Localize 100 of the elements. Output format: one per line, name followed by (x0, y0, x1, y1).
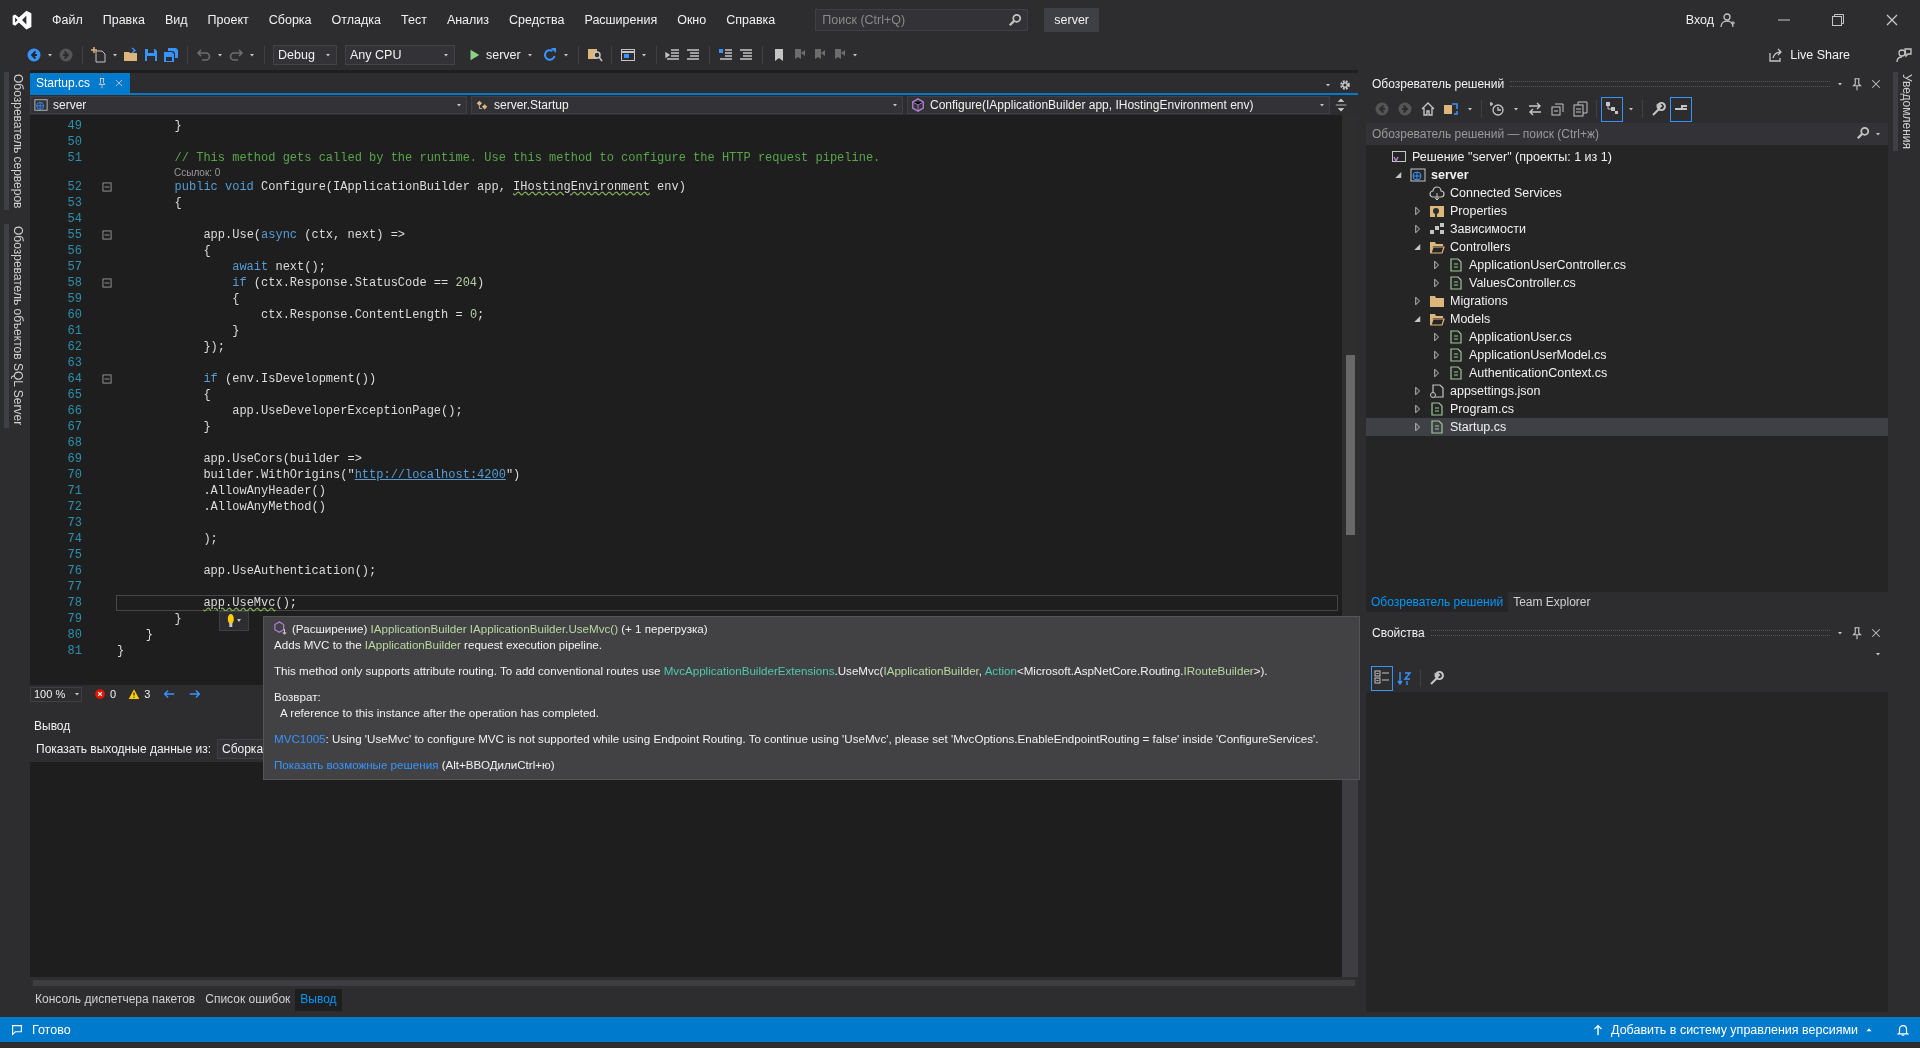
swap-icon[interactable] (1527, 101, 1543, 117)
wrench-icon[interactable] (1428, 670, 1444, 686)
back-icon[interactable] (26, 46, 42, 63)
previous-issue-icon[interactable] (162, 687, 177, 701)
menu-item[interactable]: Расширения (574, 8, 668, 31)
sign-in-link[interactable]: Вход (1685, 12, 1714, 27)
search-icon[interactable] (1008, 12, 1023, 27)
collapse-toggle-icon[interactable] (102, 374, 112, 384)
notification-icon[interactable] (1896, 1022, 1910, 1037)
tree-item[interactable]: Program.cs (1366, 400, 1888, 418)
tree-item[interactable]: Migrations (1366, 292, 1888, 310)
menu-item[interactable]: Отладка (321, 8, 391, 31)
uncomment-icon[interactable] (737, 46, 754, 63)
zoom-dropdown[interactable]: 100 % (30, 686, 82, 702)
copy-icon[interactable] (1573, 101, 1589, 117)
codelens-text[interactable]: Ссылок: 0 (30, 166, 1342, 179)
tree-item[interactable]: Зависимости (1366, 220, 1888, 238)
scrollbar[interactable] (30, 977, 1358, 989)
type-dropdown[interactable]: server.Startup (471, 96, 903, 114)
platform-dropdown[interactable]: Any CPU (345, 44, 455, 65)
sync-icon[interactable] (1443, 101, 1459, 117)
home-icon[interactable] (1420, 101, 1436, 117)
redo-icon[interactable] (228, 46, 244, 63)
member-dropdown[interactable]: Configure(IApplicationBuilder app, IHostingEnvironment env) (907, 96, 1330, 114)
project-dropdown[interactable]: server (30, 96, 467, 114)
tree-item[interactable]: Startup.cs (1366, 418, 1888, 436)
refresh-icon[interactable] (541, 46, 558, 63)
outdent-icon[interactable] (664, 46, 681, 63)
configuration-dropdown[interactable]: Debug (273, 44, 337, 65)
panel-tab[interactable]: Список ошибок (200, 989, 296, 1011)
tree-item[interactable]: ApplicationUserController.cs (1366, 256, 1888, 274)
person-icon[interactable] (1720, 11, 1736, 28)
search-icon[interactable] (1856, 126, 1870, 140)
comment-icon[interactable] (717, 46, 734, 63)
menu-item[interactable]: Правка (92, 8, 155, 31)
panel-tab[interactable]: Обозреватель решений (1366, 592, 1509, 612)
tree-item[interactable]: Models (1366, 310, 1888, 328)
tool-window-tab[interactable]: Уведомления (1892, 72, 1916, 152)
next-issue-icon[interactable] (188, 687, 203, 701)
settings-icon[interactable] (1338, 78, 1352, 92)
open-folder-icon[interactable] (123, 46, 139, 63)
panel-tab[interactable]: Консоль диспетчера пакетов (30, 989, 201, 1011)
feedback-icon[interactable] (1896, 46, 1912, 63)
globe-icon[interactable] (34, 98, 48, 112)
menu-item[interactable]: Окно (667, 8, 717, 31)
error-icon[interactable] (94, 688, 106, 700)
collapse-toggle-icon[interactable] (102, 182, 112, 192)
maximize-icon[interactable] (1830, 11, 1846, 28)
collapse-toggle-icon[interactable] (102, 230, 112, 240)
new-item-icon[interactable] (91, 46, 107, 63)
menu-item[interactable]: Сборка (258, 8, 322, 31)
search-field[interactable]: Обозреватель решений — поиск (Ctrl+ж) (1366, 123, 1888, 145)
tree-item[interactable]: ApplicationUser.cs (1366, 328, 1888, 346)
search-field[interactable]: Поиск (Ctrl+Q) (815, 8, 1029, 31)
tree-item[interactable]: ValuesController.cs (1366, 274, 1888, 292)
pin-icon[interactable] (1850, 77, 1864, 91)
pin-icon[interactable] (1850, 626, 1864, 640)
tree-item[interactable]: AuthenticationContext.cs (1366, 364, 1888, 382)
tree-item[interactable]: Properties (1366, 202, 1888, 220)
warning-icon[interactable] (128, 688, 141, 700)
logo-icon[interactable] (12, 9, 32, 30)
close-icon[interactable] (1870, 78, 1882, 90)
tree-item[interactable]: appsettings.json (1366, 382, 1888, 400)
link[interactable]: http://localhost:4200 (354, 468, 506, 482)
window-icon[interactable] (619, 46, 636, 63)
collapse-all-icon[interactable] (1550, 101, 1566, 117)
close-icon[interactable] (1870, 627, 1882, 639)
menu-item[interactable]: Справка (716, 8, 786, 31)
save-icon[interactable] (143, 46, 159, 63)
error-count[interactable]: 0 (94, 688, 117, 700)
panel-tab[interactable]: Вывод (295, 989, 342, 1011)
history-icon[interactable] (1489, 101, 1505, 117)
menu-item[interactable]: Средства (499, 8, 575, 31)
tree-item[interactable]: Controllers (1366, 238, 1888, 256)
menu-item[interactable]: Вид (154, 8, 198, 31)
split-icon[interactable] (1334, 98, 1348, 112)
tree-item[interactable]: ApplicationUserModel.cs (1366, 346, 1888, 364)
tree-item[interactable]: Connected Services (1366, 184, 1888, 202)
panel-tab[interactable]: Team Explorer (1508, 592, 1596, 612)
start-button[interactable]: server (463, 44, 538, 65)
menu-item[interactable]: Анализ (436, 8, 500, 31)
live-share-button[interactable]: Live Share (1762, 44, 1856, 65)
cube-icon[interactable] (911, 98, 925, 112)
menu-item[interactable]: Проект (197, 8, 259, 31)
tree-item[interactable]: Решение "server" (проекты: 1 из 1) (1366, 148, 1888, 166)
find-icon[interactable] (586, 46, 603, 63)
source-control-button[interactable]: Добавить в систему управления версиями (1591, 1022, 1874, 1037)
collapse-toggle-icon[interactable] (102, 278, 112, 288)
sort-alphabetically-icon[interactable] (1397, 670, 1413, 686)
save-all-icon[interactable] (163, 46, 179, 63)
wrench-icon[interactable] (1650, 101, 1666, 117)
classes-icon[interactable] (475, 98, 489, 112)
tree-item[interactable]: server (1366, 166, 1888, 184)
undo-icon[interactable] (196, 46, 212, 63)
menu-item[interactable]: Тест (391, 8, 437, 31)
menu-item[interactable]: Файл (42, 8, 93, 31)
list-icon[interactable] (684, 46, 701, 63)
tree-view-icon[interactable] (1604, 99, 1620, 116)
categorized-icon[interactable] (1374, 668, 1390, 685)
warning-count[interactable]: 3 (128, 688, 151, 700)
